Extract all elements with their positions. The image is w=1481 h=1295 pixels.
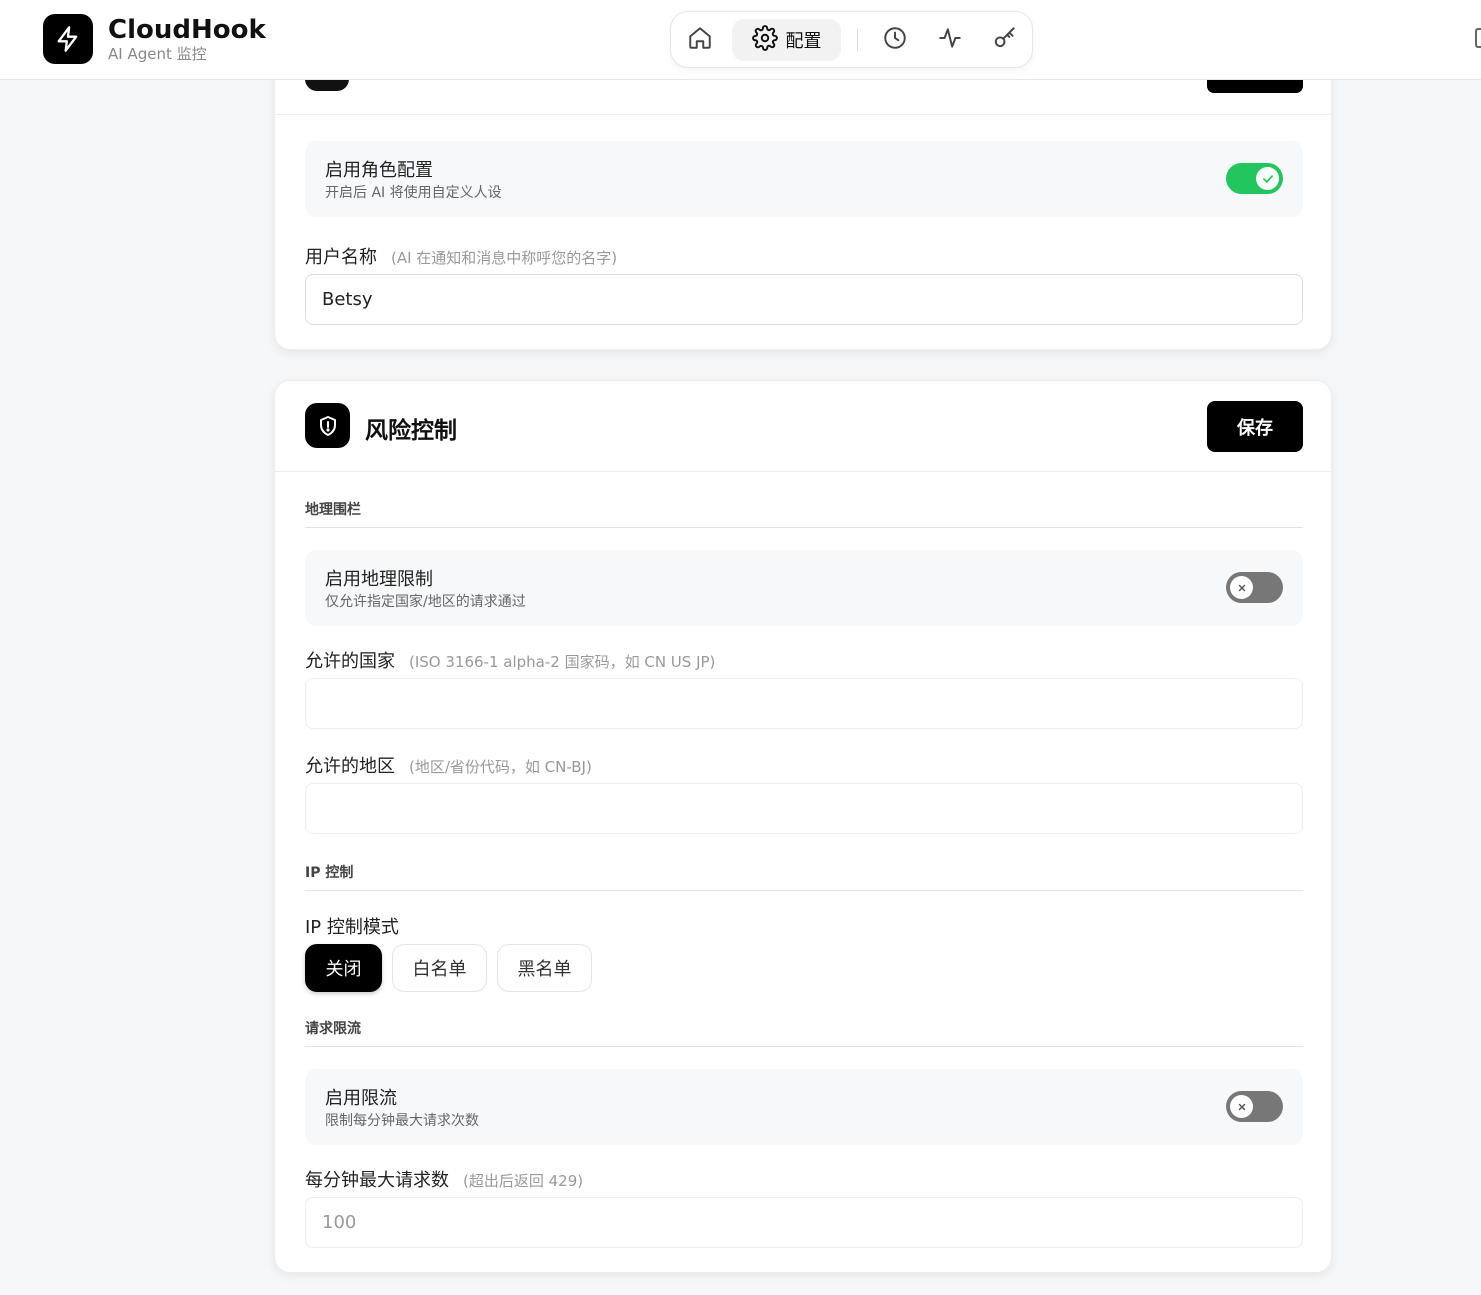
top-header: CloudHook AI Agent 监控 配置 (0, 0, 1481, 80)
section-divider (305, 1046, 1303, 1047)
card-header-divider (275, 114, 1333, 115)
regions-input[interactable] (305, 783, 1303, 834)
max-requests-hint: (超出后返回 429) (463, 1172, 584, 1190)
rate-section-label: 请求限流 (305, 1021, 361, 1037)
section-divider (305, 890, 1303, 891)
username-label: 用户名称 (AI 在通知和消息中称呼您的名字) (305, 243, 617, 269)
geo-toggle-switch[interactable] (1226, 572, 1283, 603)
max-requests-input[interactable]: 100 (305, 1197, 1303, 1248)
gear-icon (751, 25, 778, 55)
countries-hint: (ISO 3166-1 alpha-2 国家码，如 CN US JP) (409, 653, 716, 671)
risk-control-title: 风险控制 (365, 418, 457, 444)
rate-toggle-row: 启用限流 限制每分钟最大请求次数 (305, 1069, 1303, 1145)
persona-toggle-description: 开启后 AI 将使用自定义人设 (325, 185, 502, 201)
brand-name: CloudHook (108, 15, 266, 45)
regions-label: 允许的地区 (地区/省份代码，如 CN-BJ) (305, 752, 592, 778)
clock-icon (882, 25, 908, 55)
panel-toggle-icon[interactable] (1475, 28, 1481, 48)
ip-section-label: IP 控制 (305, 865, 354, 881)
username-hint: (AI 在通知和消息中称呼您的名字) (391, 249, 618, 267)
ip-mode-label: IP 控制模式 (305, 917, 399, 938)
section-divider (305, 527, 1303, 528)
geo-toggle-row: 启用地理限制 仅允许指定国家/地区的请求通过 (305, 550, 1303, 626)
activity-icon (937, 25, 963, 55)
geo-toggle-title: 启用地理限制 (325, 569, 433, 590)
geo-section-label: 地理围栏 (305, 502, 361, 518)
persona-card: 启用角色配置 开启后 AI 将使用自定义人设 用户名称 (AI 在通知和消息中称呼… (274, 40, 1333, 350)
nav-activity[interactable] (927, 19, 973, 61)
shield-icon (305, 403, 350, 448)
username-value: Betsy (322, 289, 373, 310)
countries-label: 允许的国家 (ISO 3166-1 alpha-2 国家码，如 CN US JP) (305, 647, 715, 673)
countries-input[interactable] (305, 678, 1303, 729)
username-input[interactable]: Betsy (305, 274, 1303, 325)
nav-history[interactable] (872, 19, 918, 61)
x-icon (1230, 1095, 1253, 1118)
x-icon (1230, 576, 1253, 599)
username-label-text: 用户名称 (305, 247, 377, 268)
nav-config-label: 配置 (785, 31, 822, 52)
home-icon (687, 25, 713, 55)
regions-label-text: 允许的地区 (305, 756, 395, 777)
rate-toggle-title: 启用限流 (325, 1088, 397, 1109)
brand-subtitle: AI Agent 监控 (108, 45, 207, 63)
geo-toggle-description: 仅允许指定国家/地区的请求通过 (325, 594, 526, 610)
persona-toggle-switch[interactable] (1226, 163, 1283, 194)
save-button[interactable]: 保存 (1207, 401, 1303, 452)
regions-hint: (地区/省份代码，如 CN-BJ) (409, 758, 592, 776)
ip-mode-off[interactable]: 关闭 (305, 944, 382, 992)
card-header-divider (275, 471, 1333, 472)
nav-keys[interactable] (982, 19, 1028, 61)
lightning-icon (43, 14, 93, 64)
key-icon (992, 25, 1018, 55)
ip-mode-whitelist[interactable]: 白名单 (392, 944, 487, 992)
brand[interactable]: CloudHook AI Agent 监控 (43, 14, 266, 64)
rate-toggle-switch[interactable] (1226, 1091, 1283, 1122)
max-requests-label-text: 每分钟最大请求数 (305, 1170, 449, 1191)
nav-config[interactable]: 配置 (732, 19, 841, 61)
check-icon (1256, 167, 1279, 190)
main-nav: 配置 (670, 11, 1033, 68)
rate-toggle-description: 限制每分钟最大请求次数 (325, 1113, 479, 1129)
max-requests-placeholder: 100 (322, 1212, 357, 1233)
nav-divider (857, 28, 858, 52)
nav-home[interactable] (677, 19, 723, 61)
risk-control-card: 风险控制 保存 地理围栏 启用地理限制 仅允许指定国家/地区的请求通过 允许的国… (274, 380, 1333, 1273)
ip-mode-blacklist[interactable]: 黑名单 (497, 944, 592, 992)
persona-toggle-row: 启用角色配置 开启后 AI 将使用自定义人设 (305, 141, 1303, 217)
max-requests-label: 每分钟最大请求数 (超出后返回 429) (305, 1166, 583, 1192)
persona-toggle-title: 启用角色配置 (325, 160, 433, 181)
countries-label-text: 允许的国家 (305, 651, 395, 672)
